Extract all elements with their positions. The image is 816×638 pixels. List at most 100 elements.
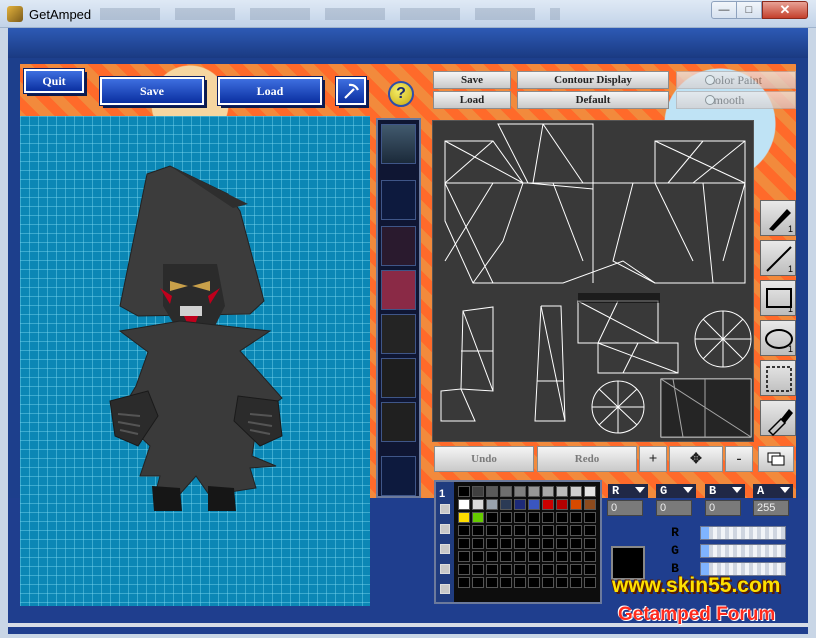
palette-swatch[interactable] xyxy=(486,525,498,536)
palette-swatch[interactable] xyxy=(528,577,540,588)
palette-swatch[interactable] xyxy=(472,551,484,562)
palette-tab-chip[interactable] xyxy=(440,504,450,514)
palette-swatch[interactable] xyxy=(584,525,596,536)
palette-swatch[interactable] xyxy=(528,525,540,536)
palette-swatch[interactable] xyxy=(542,564,554,575)
palette-swatch[interactable] xyxy=(514,538,526,549)
rectangle-tool[interactable]: 1 xyxy=(760,280,796,316)
palette-swatch[interactable] xyxy=(542,525,554,536)
pickaxe-tool-button[interactable] xyxy=(335,76,367,106)
pen-tool[interactable]: 1 xyxy=(760,200,796,236)
maximize-button[interactable]: □ xyxy=(736,1,762,19)
palette-swatch[interactable] xyxy=(458,564,470,575)
line-tool[interactable]: 1 xyxy=(760,240,796,276)
palette-swatch[interactable] xyxy=(556,538,568,549)
palette-tab-chip[interactable] xyxy=(440,524,450,534)
contour-display-button[interactable]: Contour Display xyxy=(517,71,669,89)
palette-swatch[interactable] xyxy=(500,499,512,510)
green-channel-dropdown[interactable]: G xyxy=(656,484,696,498)
palette-swatch[interactable] xyxy=(500,538,512,549)
palette-swatch[interactable] xyxy=(514,577,526,588)
palette-swatch[interactable] xyxy=(486,577,498,588)
palette-swatch[interactable] xyxy=(472,577,484,588)
palette-swatch[interactable] xyxy=(542,538,554,549)
palette-swatch[interactable] xyxy=(584,564,596,575)
palette-swatch[interactable] xyxy=(570,538,582,549)
palette-swatch[interactable] xyxy=(458,512,470,523)
blue-channel-dropdown[interactable]: B xyxy=(705,484,745,498)
part-slot[interactable] xyxy=(381,358,416,398)
color-palette[interactable]: 1 xyxy=(434,480,602,604)
alpha-value-field[interactable]: 255 xyxy=(753,500,789,516)
slider-thumb[interactable] xyxy=(701,545,709,557)
palette-swatch[interactable] xyxy=(514,551,526,562)
save-button[interactable]: Save xyxy=(99,76,205,106)
palette-swatch[interactable] xyxy=(570,564,582,575)
minimize-button[interactable]: — xyxy=(711,1,737,19)
palette-tab-chip[interactable] xyxy=(440,544,450,554)
palette-swatch[interactable] xyxy=(472,512,484,523)
green-slider[interactable] xyxy=(700,544,786,558)
palette-swatch[interactable] xyxy=(514,525,526,536)
palette-swatch[interactable] xyxy=(500,551,512,562)
palette-swatch[interactable] xyxy=(584,538,596,549)
part-slot[interactable] xyxy=(381,402,416,442)
palette-swatch[interactable] xyxy=(514,486,526,497)
part-slot[interactable] xyxy=(381,270,416,310)
pan-button[interactable]: ✥ xyxy=(669,446,723,472)
palette-swatch[interactable] xyxy=(542,499,554,510)
palette-swatch[interactable] xyxy=(528,551,540,562)
redo-button[interactable]: Redo xyxy=(537,446,637,472)
palette-swatch[interactable] xyxy=(514,499,526,510)
palette-swatch[interactable] xyxy=(500,512,512,523)
part-slot[interactable] xyxy=(381,314,416,354)
palette-swatch[interactable] xyxy=(528,499,540,510)
part-slot-head[interactable] xyxy=(381,124,416,164)
palette-swatch[interactable] xyxy=(528,486,540,497)
alpha-channel-dropdown[interactable]: A xyxy=(753,484,793,498)
palette-swatch[interactable] xyxy=(570,577,582,588)
red-channel-dropdown[interactable]: R xyxy=(608,484,648,498)
palette-swatch[interactable] xyxy=(458,551,470,562)
ellipse-tool[interactable]: 1 xyxy=(760,320,796,356)
palette-swatch[interactable] xyxy=(500,577,512,588)
palette-swatch[interactable] xyxy=(472,525,484,536)
palette-swatch[interactable] xyxy=(584,486,596,497)
palette-swatch[interactable] xyxy=(556,486,568,497)
green-value-field[interactable]: 0 xyxy=(656,500,692,516)
palette-tab[interactable]: 1 xyxy=(436,482,454,602)
part-slot[interactable] xyxy=(381,456,416,496)
palette-swatch[interactable] xyxy=(570,525,582,536)
undo-button[interactable]: Undo xyxy=(434,446,534,472)
palette-swatch[interactable] xyxy=(542,551,554,562)
palette-swatch[interactable] xyxy=(458,486,470,497)
palette-swatch[interactable] xyxy=(584,551,596,562)
palette-swatch[interactable] xyxy=(500,525,512,536)
zoom-out-button[interactable]: - xyxy=(725,446,753,472)
help-button[interactable]: ? xyxy=(388,81,414,107)
quit-button[interactable]: Quit xyxy=(23,68,85,94)
palette-swatch[interactable] xyxy=(556,564,568,575)
palette-swatch[interactable] xyxy=(542,486,554,497)
palette-swatch[interactable] xyxy=(514,512,526,523)
palette-swatch[interactable] xyxy=(514,564,526,575)
texture-save-button[interactable]: Save xyxy=(433,71,511,89)
palette-swatch[interactable] xyxy=(542,577,554,588)
slider-thumb[interactable] xyxy=(701,527,709,539)
palette-tab-chip[interactable] xyxy=(440,564,450,574)
load-button[interactable]: Load xyxy=(217,76,323,106)
palette-swatch[interactable] xyxy=(458,499,470,510)
zoom-in-button[interactable]: + xyxy=(639,446,667,472)
part-slot[interactable] xyxy=(381,180,416,220)
palette-swatch[interactable] xyxy=(486,512,498,523)
select-tool[interactable] xyxy=(760,360,796,396)
palette-swatch[interactable] xyxy=(486,499,498,510)
palette-swatch[interactable] xyxy=(528,564,540,575)
palette-tab-chip[interactable] xyxy=(440,584,450,594)
palette-swatch[interactable] xyxy=(570,499,582,510)
palette-swatch[interactable] xyxy=(472,486,484,497)
close-button[interactable]: ✕ xyxy=(762,1,808,19)
palette-swatch[interactable] xyxy=(584,499,596,510)
palette-swatch[interactable] xyxy=(570,551,582,562)
palette-swatch[interactable] xyxy=(556,551,568,562)
